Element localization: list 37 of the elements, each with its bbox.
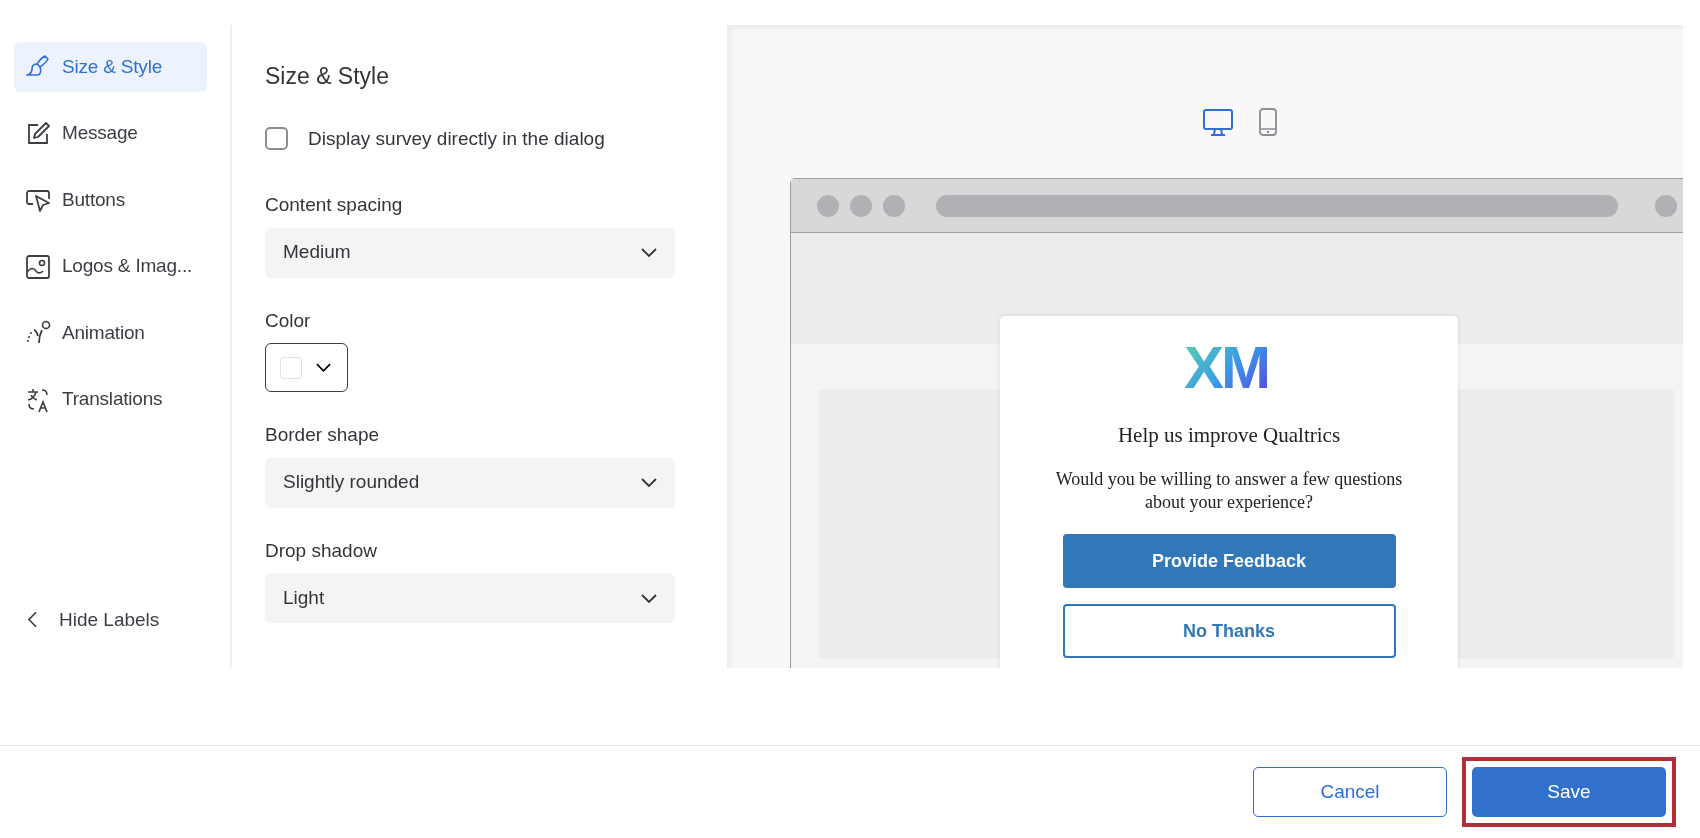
dropdown[interactable]: Medium: [265, 227, 675, 278]
desktop-icon: [1202, 106, 1234, 137]
color-swatch: [280, 356, 302, 379]
sidebar-item[interactable]: Logos & Imag...: [14, 241, 207, 292]
decline-button[interactable]: No Thanks: [1062, 604, 1396, 659]
chevron-left-icon: [28, 611, 37, 629]
chevron-down-icon: [641, 248, 657, 258]
sidebar-item[interactable]: Buttons: [14, 175, 207, 225]
checkbox-label: Display survey directly in the dialog: [308, 126, 605, 151]
feedback-button[interactable]: Provide Feedback: [1062, 534, 1396, 589]
color-picker[interactable]: [265, 343, 348, 393]
chevron-down-icon: [316, 363, 331, 373]
checkbox[interactable]: [265, 127, 288, 151]
image-icon: [24, 252, 52, 281]
window-dot: [883, 194, 905, 217]
panel-title: Size & Style: [265, 63, 390, 91]
window-dot: [1655, 194, 1677, 217]
dialog-message: Would you be willing to answer a few questions about your experience?: [1054, 467, 1404, 514]
field-label: Drop shadow: [265, 538, 378, 563]
sidebar-item[interactable]: Animation: [14, 308, 207, 358]
window-dot: [850, 194, 872, 217]
field-label: Content spacing: [265, 193, 404, 218]
sidebar-item[interactable]: Size & Style: [14, 42, 207, 92]
chevron-down-icon: [641, 593, 657, 603]
cancel-button[interactable]: Cancel: [1253, 767, 1447, 817]
sidebar-item[interactable]: Message: [14, 108, 207, 159]
dialog-title: Help us improve Qualtrics: [1117, 422, 1341, 449]
dropdown[interactable]: Light: [265, 573, 675, 624]
window-dot: [817, 194, 839, 217]
field-label: Border shape: [265, 423, 381, 448]
save-button[interactable]: Save: [1472, 767, 1666, 817]
dropdown[interactable]: Slightly rounded: [265, 457, 675, 508]
hide-labels-button[interactable]: Hide Labels: [14, 604, 230, 635]
field-label: Color: [265, 308, 312, 333]
mobile-icon: [1258, 106, 1278, 137]
chevron-down-icon: [641, 478, 657, 488]
sidebar-item[interactable]: Translations: [14, 374, 207, 425]
